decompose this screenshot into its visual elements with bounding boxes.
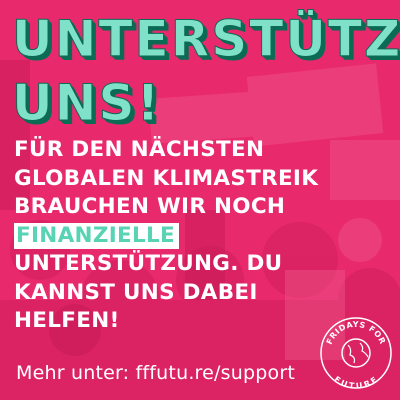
highlighted-word: FINANZIELLE — [14, 222, 179, 249]
body-line-6: KANNST UNS DABEI — [14, 279, 258, 305]
body-text: FÜR DEN NÄCHSTEN GLOBALEN KLIMASTREIK BR… — [14, 136, 394, 336]
body-line-3: BRAUCHEN WIR NOCH — [14, 194, 286, 219]
headline-line-1: UNTERSTÜTZ — [11, 10, 400, 68]
fridays-for-future-logo: FRIDAYS FOR FUTURE — [320, 317, 392, 391]
body-line-1: FÜR DEN NÄCHSTEN — [14, 137, 265, 162]
svg-text:FRIDAYS FOR: FRIDAYS FOR — [325, 320, 388, 346]
fundraising-post: UNTERSTÜTZ UNS! FÜR DEN NÄCHSTEN GLOBALE… — [0, 0, 400, 400]
body-line-2: GLOBALEN KLIMASTREIK — [14, 165, 319, 191]
logo-top-text: FRIDAYS FOR — [325, 320, 387, 346]
body-line-5: UNTERSTÜTZUNG. DU — [14, 251, 283, 276]
headline-line-2: UNS! — [11, 74, 162, 132]
support-link-text: Mehr unter: fffutu.re/support — [16, 362, 295, 384]
body-line-4: FINANZIELLE — [14, 222, 394, 251]
